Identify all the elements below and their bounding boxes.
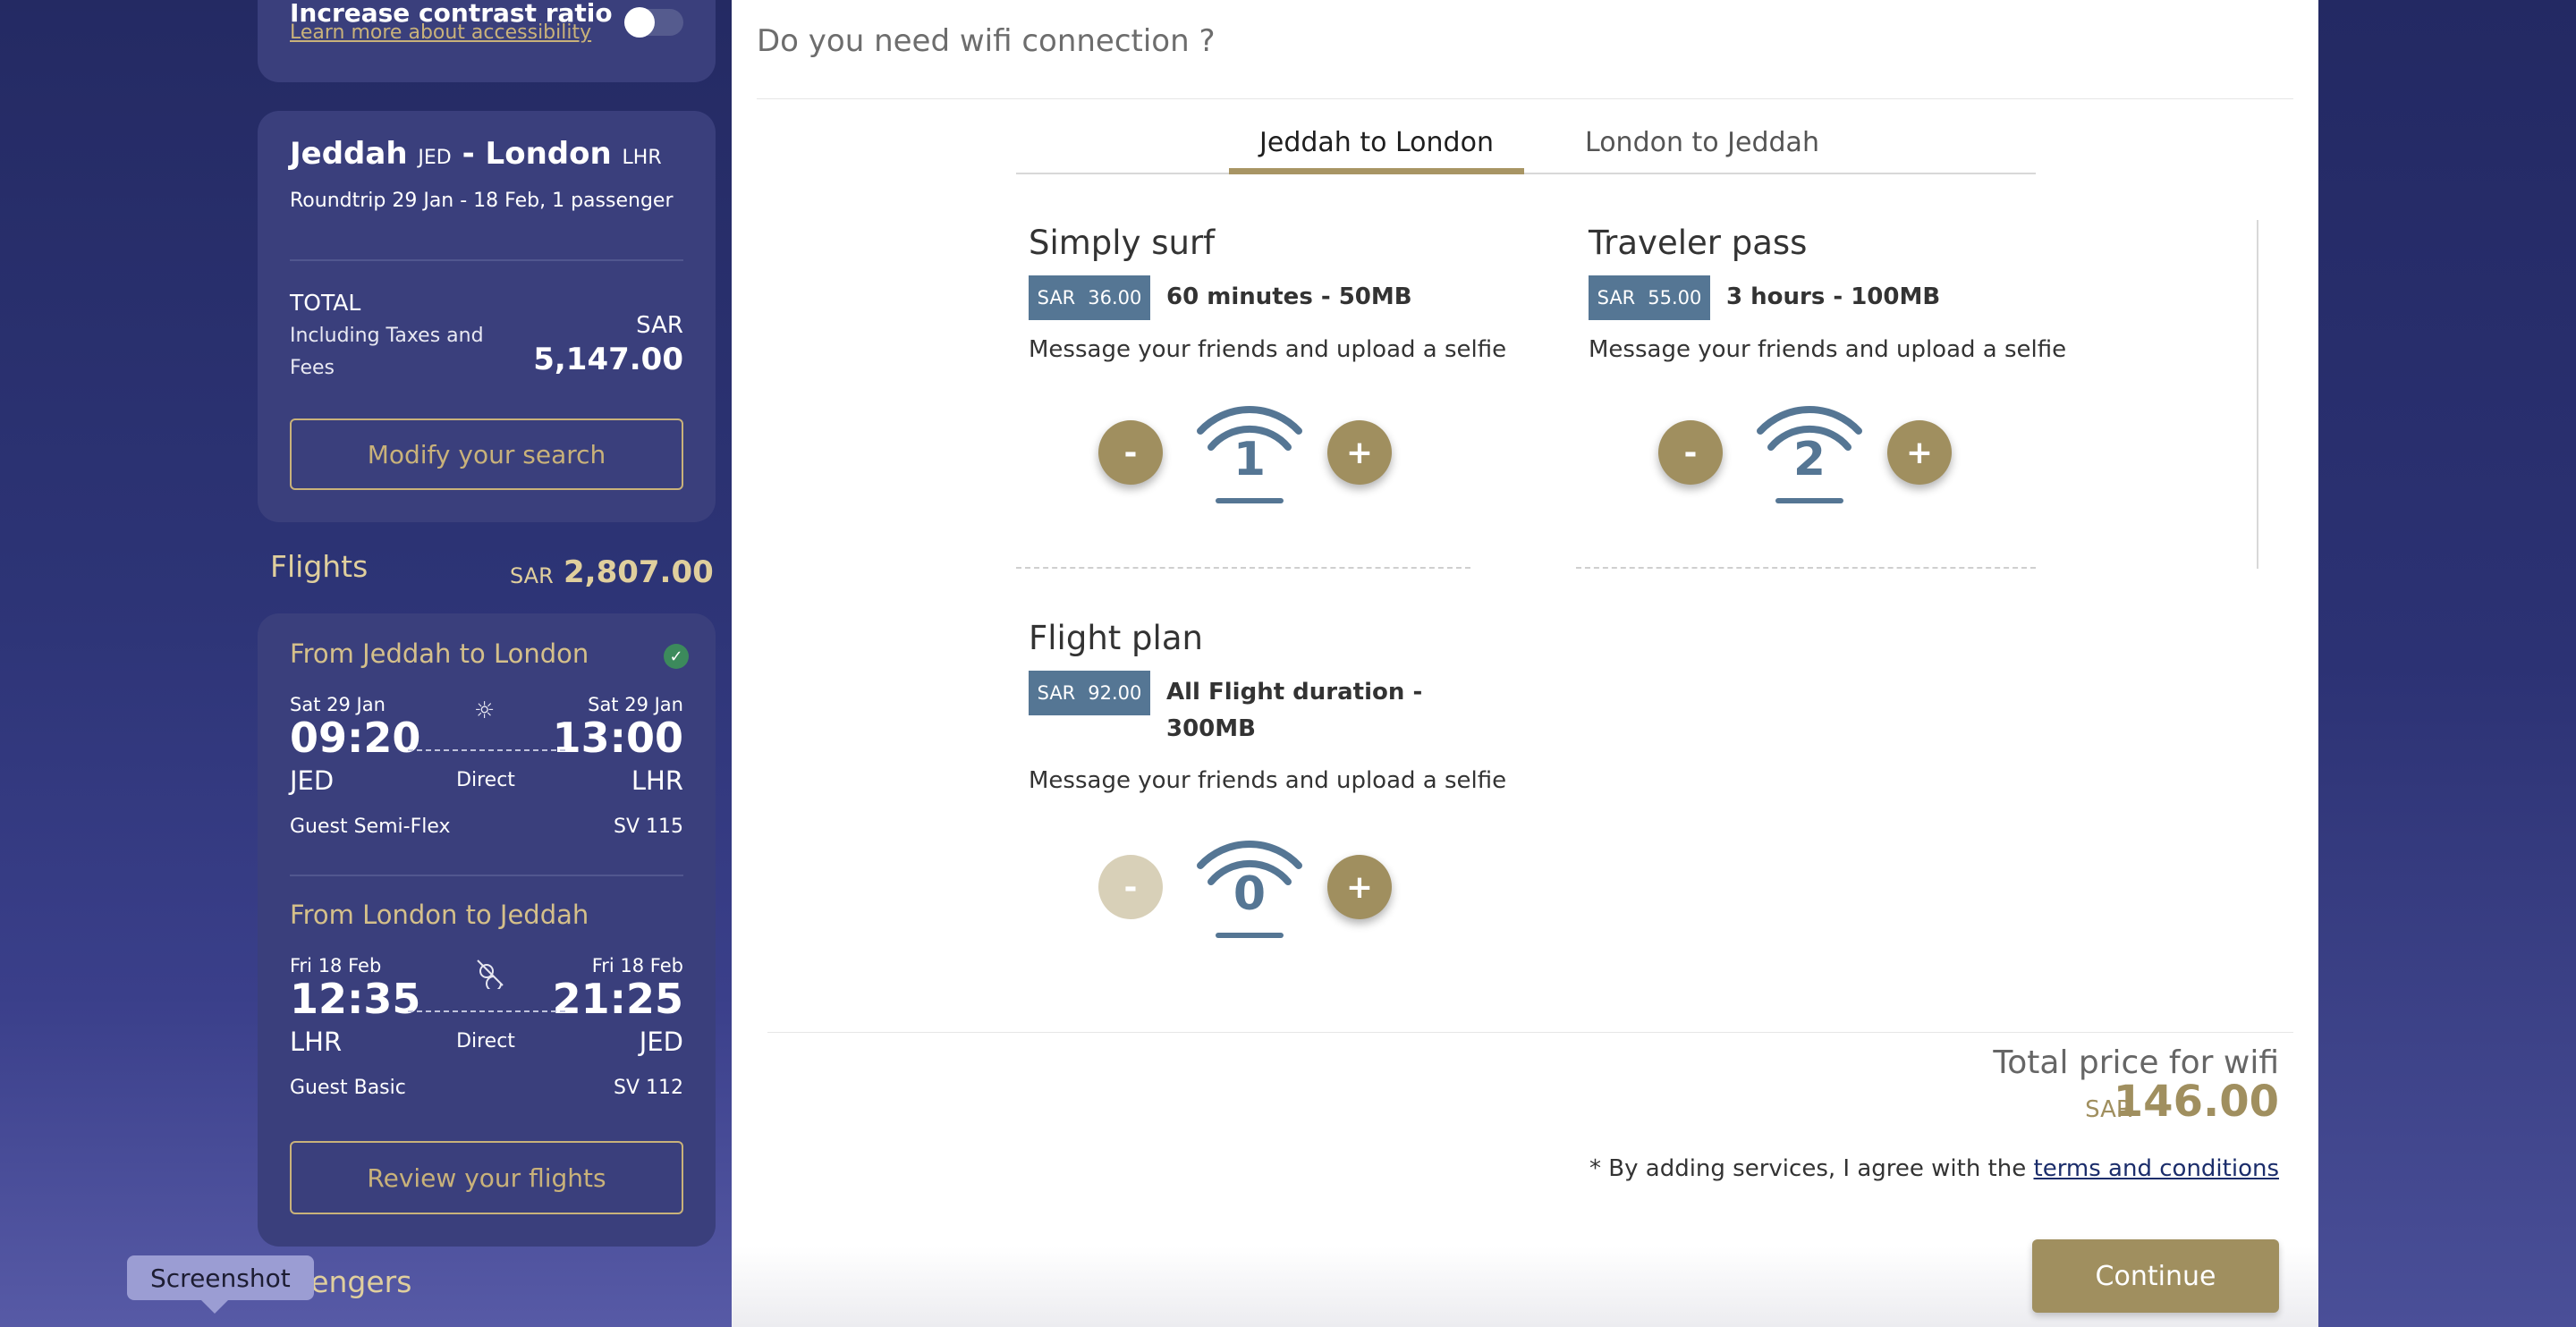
quantity-value: 1: [1233, 433, 1267, 486]
total-currency: SAR: [636, 312, 683, 339]
arrival-code: JED: [639, 1027, 683, 1057]
plan-title: Traveler pass: [1589, 224, 1808, 262]
decrease-button[interactable]: -: [1658, 420, 1723, 485]
flights-currency: SAR: [510, 563, 554, 588]
total-amount: 5,147.00: [533, 342, 683, 377]
price-tag: SAR 55.00: [1589, 275, 1710, 320]
departure-time: 09:20: [290, 714, 421, 762]
increase-button[interactable]: +: [1887, 420, 1952, 485]
dest-city: London: [485, 136, 612, 172]
plan-message: Message your friends and upload a selfie: [1029, 767, 1507, 794]
quantity-value: 0: [1233, 867, 1267, 921]
continue-button[interactable]: Continue: [2032, 1239, 2279, 1313]
plan-title: Simply surf: [1029, 224, 1216, 262]
review-flights-button[interactable]: Review your flights: [290, 1141, 683, 1214]
decrease-button[interactable]: -: [1098, 855, 1163, 919]
stops-label: Direct: [456, 1030, 515, 1052]
segment-title: From Jeddah to London: [290, 638, 589, 669]
flight-number: SV 112: [614, 1077, 683, 1099]
plan-description: All Flight duration - 300MB: [1166, 679, 1423, 742]
dest-code: LHR: [622, 147, 662, 169]
quantity-value: 2: [1792, 433, 1826, 486]
price-value: 92.00: [1088, 682, 1142, 704]
plan-traveler-pass: Traveler pass SAR 55.00 3 hours - 100MB …: [1589, 224, 2072, 519]
fare-type: Guest Basic: [290, 1077, 406, 1099]
wifi-panel: Do you need wifi connection ? Jeddah to …: [732, 0, 2318, 1327]
flights-card: From Jeddah to London ✓ Sat 29 Jan Sat 2…: [258, 613, 716, 1247]
plan-simply-surf: Simply surf SAR 36.00 60 minutes - 50MB …: [1029, 224, 1512, 519]
active-tab-indicator: [1229, 168, 1524, 174]
origin-code: JED: [418, 147, 452, 169]
price-value: 55.00: [1648, 287, 1702, 309]
departure-date: Sat 29 Jan: [290, 694, 386, 715]
plan-message: Message your friends and upload a selfie: [1029, 336, 1507, 363]
departure-date: Fri 18 Feb: [290, 955, 382, 976]
dashed-divider: [1016, 567, 1470, 569]
accessibility-card: Increase contrast ratio Learn more about…: [258, 0, 716, 82]
price-currency: SAR: [1597, 287, 1636, 309]
increase-button[interactable]: +: [1327, 420, 1392, 485]
check-icon: ✓: [664, 644, 689, 669]
trip-summary-card: Jeddah JED - London LHR Roundtrip 29 Jan…: [258, 111, 716, 522]
origin-city: Jeddah: [290, 136, 408, 172]
price-tag: SAR 36.00: [1029, 275, 1150, 320]
arrival-code: LHR: [631, 765, 683, 796]
plan-title: Flight plan: [1029, 619, 1203, 657]
plan-description: 60 minutes - 50MB: [1166, 283, 1412, 310]
departure-time: 12:35: [290, 975, 421, 1023]
plan-separator: [2257, 220, 2258, 569]
terms-link[interactable]: terms and conditions: [2034, 1155, 2280, 1182]
terms-text: * By adding services, I agree with the: [1589, 1155, 2027, 1182]
divider: [767, 1032, 2293, 1033]
plan-flight-plan: Flight plan SAR 92.00 All Flight duratio…: [1029, 619, 1512, 959]
route-title: Jeddah JED - London LHR: [290, 136, 662, 172]
plan-description: 3 hours - 100MB: [1726, 283, 1941, 310]
divider: [757, 98, 2293, 99]
departure-code: JED: [290, 765, 335, 796]
trip-info: Roundtrip 29 Jan - 18 Feb, 1 passenger: [290, 190, 674, 212]
plan-message: Message your friends and upload a selfie: [1589, 336, 2067, 363]
arrival-date: Sat 29 Jan: [588, 694, 683, 715]
price-currency: SAR: [1037, 287, 1076, 309]
price-value: 36.00: [1088, 287, 1142, 309]
flight-number: SV 115: [614, 816, 683, 838]
segment-title: From London to Jeddah: [290, 900, 589, 930]
arrival-time: 21:25: [552, 975, 683, 1023]
background-right: [2318, 0, 2576, 1327]
dashed-divider: [1576, 567, 2036, 569]
decrease-button[interactable]: -: [1098, 420, 1163, 485]
wifi-total-label: Total price for wifi: [1993, 1044, 2279, 1081]
modify-search-button[interactable]: Modify your search: [290, 418, 683, 490]
arrival-time: 13:00: [552, 714, 683, 762]
fare-type: Guest Semi-Flex: [290, 816, 451, 838]
wifi-question: Do you need wifi connection ?: [757, 23, 1216, 59]
increase-button[interactable]: +: [1327, 855, 1392, 919]
sun-icon: ☼: [474, 697, 496, 724]
total-label: TOTAL: [290, 290, 361, 316]
terms-notice: * By adding services, I agree with the t…: [1589, 1155, 2279, 1182]
route-dash: [408, 1010, 565, 1012]
tooltip-arrow: [200, 1299, 229, 1314]
price-tag: SAR 92.00: [1029, 671, 1150, 715]
accessibility-link[interactable]: Learn more about accessibility: [290, 21, 591, 44]
tab-jeddah-to-london[interactable]: Jeddah to London: [1229, 111, 1524, 173]
divider: [290, 875, 683, 876]
price-currency: SAR: [1037, 682, 1076, 704]
route-dash: [408, 749, 565, 751]
total-sublabel: Including Taxes and Fees: [290, 325, 484, 379]
flights-heading: Flights: [270, 549, 369, 584]
tab-london-to-jeddah[interactable]: London to Jeddah: [1537, 111, 1868, 173]
wifi-total-amount: 146.00: [2113, 1077, 2279, 1127]
flights-price: 2,807.00: [564, 554, 714, 590]
route-separator: -: [462, 136, 475, 172]
departure-code: LHR: [290, 1027, 343, 1057]
toggle-knob: [624, 7, 655, 38]
stops-label: Direct: [456, 769, 515, 791]
contrast-toggle[interactable]: [624, 7, 683, 38]
sun-moon-icon: [474, 957, 506, 995]
tabs-baseline: [1016, 173, 2036, 174]
screenshot-tooltip: Screenshot: [127, 1255, 314, 1300]
arrival-date: Fri 18 Feb: [591, 955, 683, 976]
divider: [290, 259, 683, 261]
